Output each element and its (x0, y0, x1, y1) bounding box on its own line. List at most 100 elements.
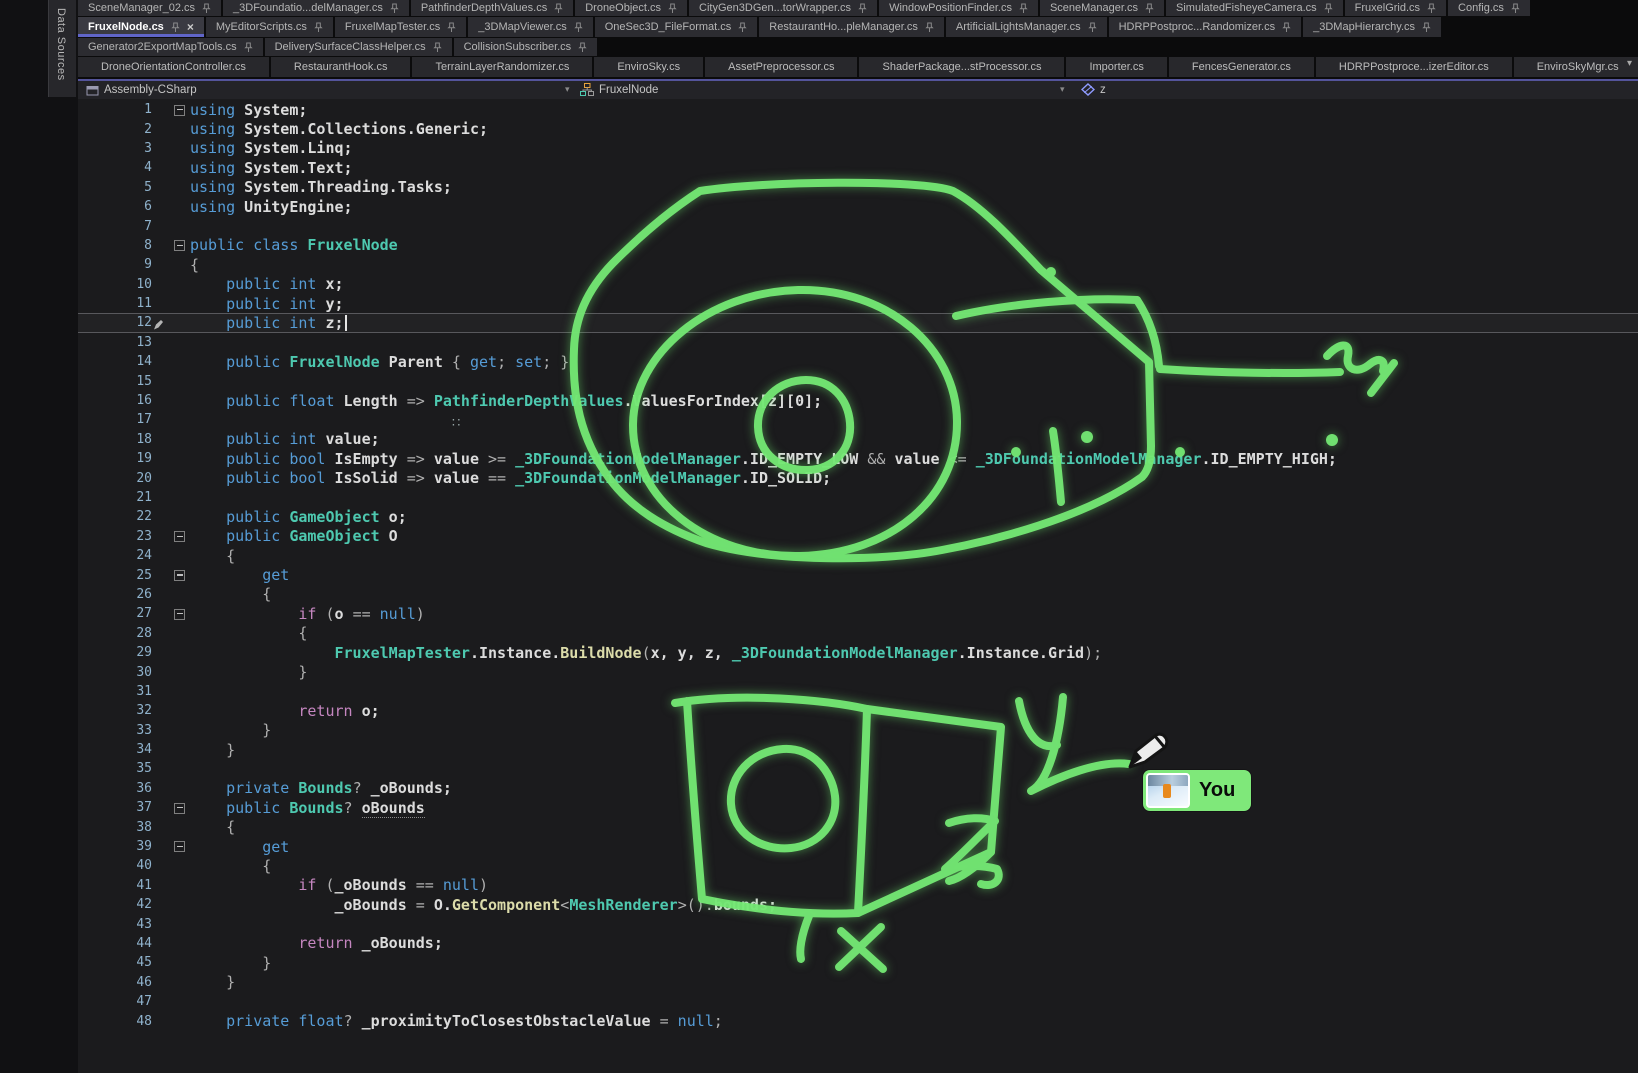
code-line[interactable]: 16 public float Length => PathfinderDept… (78, 391, 1638, 410)
code-line[interactable]: 21 (78, 488, 1638, 507)
pin-icon[interactable] (447, 22, 456, 33)
code-line[interactable]: 34 } (78, 740, 1638, 759)
close-icon[interactable]: × (187, 21, 194, 33)
code-line[interactable]: 10 public int x; (78, 275, 1638, 294)
pin-icon[interactable] (244, 42, 253, 53)
fold-marker-icon[interactable] (152, 100, 190, 119)
code-line[interactable]: 9{ (78, 255, 1638, 274)
editor-tab[interactable]: PathfinderDepthValues.cs (411, 0, 573, 16)
editor-tab[interactable]: SimulatedFisheyeCamera.cs (1166, 0, 1343, 16)
editor-tab[interactable]: MyEditorScripts.cs (206, 17, 333, 37)
pin-icon[interactable] (1088, 22, 1097, 33)
editor-tab[interactable]: ShaderPackage...stProcessor.cs (859, 57, 1064, 77)
pin-icon[interactable] (314, 22, 323, 33)
code-line[interactable]: 17 (78, 410, 1638, 429)
code-line[interactable]: 38 { (78, 817, 1638, 836)
editor-tab[interactable]: WindowPositionFinder.cs (879, 0, 1038, 16)
code-line[interactable]: 27 if (o == null) (78, 604, 1638, 623)
editor-tab[interactable]: _3DMapHierarchy.cs (1303, 17, 1441, 37)
editor-tab[interactable]: DroneOrientationController.cs (78, 57, 269, 77)
pin-icon[interactable] (171, 22, 180, 33)
breadcrumb-type[interactable]: FruxelNode (580, 82, 658, 97)
pin-icon[interactable] (738, 22, 747, 33)
code-line[interactable]: 25 get (78, 565, 1638, 584)
code-line[interactable]: 3using System.Linq; (78, 139, 1638, 158)
code-line[interactable]: 6using UnityEngine; (78, 197, 1638, 216)
code-line[interactable]: 23 public GameObject O (78, 527, 1638, 546)
pin-icon[interactable] (574, 22, 583, 33)
editor-tab[interactable]: EnviroSky.cs (594, 57, 703, 77)
editor-tab[interactable]: TerrainLayerRandomizer.cs (412, 57, 592, 77)
code-line[interactable]: 13 (78, 333, 1638, 352)
pin-icon[interactable] (858, 3, 867, 14)
editor-tab[interactable]: _3DFoundatio...delManager.cs (223, 0, 409, 16)
pin-icon[interactable] (668, 3, 677, 14)
pin-icon[interactable] (1422, 22, 1431, 33)
chevron-down-icon[interactable]: ▾ (565, 84, 570, 95)
code-line[interactable]: 44 return _oBounds; (78, 934, 1638, 953)
chevron-down-icon[interactable]: ▾ (1060, 84, 1065, 95)
code-line[interactable]: 8public class FruxelNode (78, 236, 1638, 255)
code-line[interactable]: 37 public Bounds? oBounds (78, 798, 1638, 817)
code-line[interactable]: 31 (78, 682, 1638, 701)
code-line[interactable]: 29 FruxelMapTester.Instance.BuildNode(x,… (78, 643, 1638, 662)
code-line[interactable]: 15 (78, 371, 1638, 390)
editor-tab[interactable]: CityGen3DGen...torWrapper.cs (689, 0, 877, 16)
editor-tab[interactable]: DeliverySurfaceClassHelper.cs (265, 38, 452, 56)
code-editor[interactable]: 1using System;2using System.Collections.… (78, 99, 1638, 1073)
code-line[interactable]: 30 } (78, 662, 1638, 681)
editor-tab[interactable]: ArtificialLightsManager.cs (946, 17, 1107, 37)
code-line[interactable]: 4using System.Text; (78, 158, 1638, 177)
code-line[interactable]: 12 public int z; (78, 313, 1638, 332)
code-line[interactable]: 5using System.Threading.Tasks; (78, 178, 1638, 197)
code-line[interactable]: 45 } (78, 953, 1638, 972)
pin-icon[interactable] (578, 42, 587, 53)
code-line[interactable]: 2using System.Collections.Generic; (78, 119, 1638, 138)
pin-icon[interactable] (202, 3, 211, 14)
code-line[interactable]: 20 public bool IsSolid => value == _3DFo… (78, 468, 1638, 487)
editor-tab[interactable]: FencesGenerator.cs (1169, 57, 1314, 77)
editor-tab[interactable]: SceneManager.cs (1040, 0, 1164, 16)
breadcrumb-member[interactable]: z (1081, 82, 1106, 97)
code-line[interactable]: 28 { (78, 624, 1638, 643)
editor-tab[interactable]: Generator2ExportMapTools.cs (78, 38, 263, 56)
data-sources-vertical-tab[interactable]: Data Sources (48, 0, 76, 97)
fold-marker-icon[interactable] (152, 527, 190, 546)
code-line[interactable]: 40 { (78, 856, 1638, 875)
editor-tab[interactable]: RestaurantHook.cs (271, 57, 411, 77)
pin-icon[interactable] (1511, 3, 1520, 14)
tab-overflow-icon[interactable]: ▾ (1627, 58, 1632, 69)
fold-marker-icon[interactable] (152, 798, 190, 817)
code-line[interactable]: 47 (78, 992, 1638, 1011)
pin-icon[interactable] (390, 3, 399, 14)
code-line[interactable]: 7 (78, 216, 1638, 235)
code-line[interactable]: 18 public int value; (78, 430, 1638, 449)
fold-marker-icon[interactable] (152, 236, 190, 255)
code-line[interactable]: 24 { (78, 546, 1638, 565)
code-line[interactable]: 35 (78, 759, 1638, 778)
editor-tab[interactable]: AssetPreprocessor.cs (705, 57, 857, 77)
pin-icon[interactable] (925, 22, 934, 33)
editor-tab[interactable]: SceneManager_02.cs (78, 0, 221, 16)
editor-tab[interactable]: HDRPPostproc...Randomizer.cs (1109, 17, 1302, 37)
code-line[interactable]: 41 if (_oBounds == null) (78, 876, 1638, 895)
code-line[interactable]: 33 } (78, 721, 1638, 740)
editor-tab[interactable]: EnviroSkyMgr.cs (1514, 57, 1638, 77)
code-line[interactable]: 36 private Bounds? _oBounds; (78, 779, 1638, 798)
code-line[interactable]: 32 return o; (78, 701, 1638, 720)
code-line[interactable]: 11 public int y; (78, 294, 1638, 313)
code-line[interactable]: 19 public bool IsEmpty => value >= _3DFo… (78, 449, 1638, 468)
pin-icon[interactable] (433, 42, 442, 53)
editor-tab[interactable]: HDRPPostproce...izerEditor.cs (1316, 57, 1512, 77)
code-line[interactable]: 22 public GameObject o; (78, 507, 1638, 526)
editor-tab[interactable]: Importer.cs (1066, 57, 1166, 77)
pin-icon[interactable] (554, 3, 563, 14)
editor-tab[interactable]: OneSec3D_FileFormat.cs (595, 17, 758, 37)
editor-tab[interactable]: DroneObject.cs (575, 0, 687, 16)
fold-marker-icon[interactable] (152, 837, 190, 856)
code-line[interactable]: 26 { (78, 585, 1638, 604)
fold-marker-icon[interactable] (152, 604, 190, 623)
code-line[interactable]: 14 public FruxelNode Parent { get; set; … (78, 352, 1638, 371)
pin-icon[interactable] (1019, 3, 1028, 14)
code-line[interactable]: 46 } (78, 973, 1638, 992)
